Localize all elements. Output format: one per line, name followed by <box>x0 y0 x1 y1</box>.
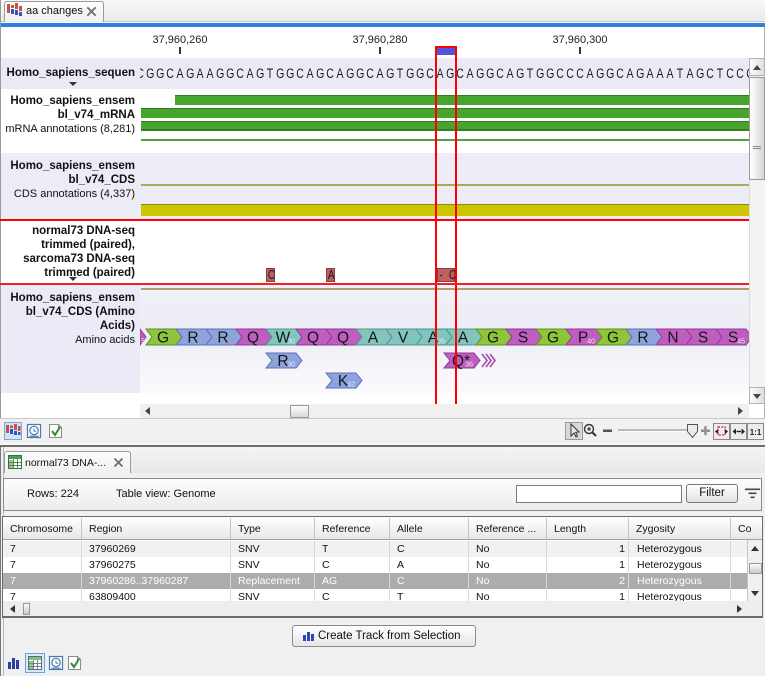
svg-text:N: N <box>667 329 678 346</box>
svg-text:36: 36 <box>465 361 473 368</box>
svg-text:45: 45 <box>737 338 745 345</box>
svg-text:R: R <box>187 329 198 346</box>
svg-text:S: S <box>698 329 708 346</box>
svg-text:32: 32 <box>347 381 355 388</box>
svg-text:30: 30 <box>287 361 295 368</box>
svg-text:G: G <box>157 329 169 346</box>
svg-text:Q: Q <box>247 329 259 346</box>
svg-text:G: G <box>607 329 619 346</box>
svg-text:30: 30 <box>287 338 295 345</box>
svg-text:1:1: 1:1 <box>750 428 762 437</box>
svg-text:S: S <box>518 329 528 346</box>
svg-text:R: R <box>217 329 228 346</box>
svg-text:40: 40 <box>587 338 595 345</box>
svg-text:G: G <box>547 329 559 346</box>
svg-text:5: 5 <box>141 338 145 345</box>
svg-text:Q: Q <box>307 329 319 346</box>
svg-text:35: 35 <box>437 338 445 345</box>
svg-text:A: A <box>458 329 469 346</box>
svg-text:R: R <box>637 329 648 346</box>
svg-text:A: A <box>368 329 379 346</box>
svg-text:V: V <box>398 329 409 346</box>
svg-text:Q: Q <box>337 329 349 346</box>
svg-text:G: G <box>487 329 499 346</box>
